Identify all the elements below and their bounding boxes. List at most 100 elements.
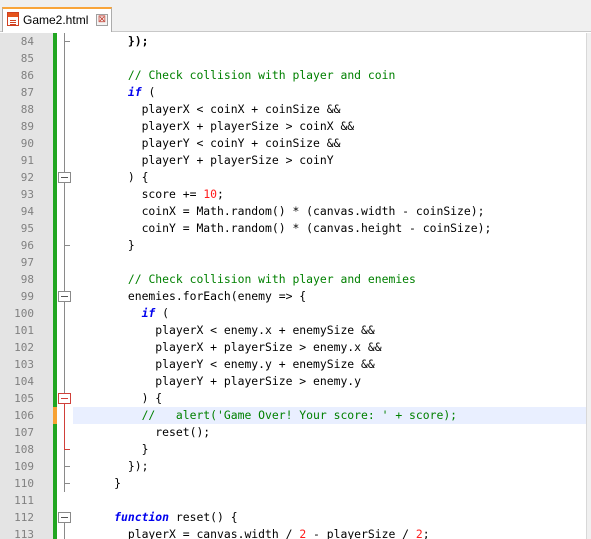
code-token: playerY < enemy.y + enemySize && bbox=[73, 357, 375, 371]
code-token: playerX < enemy.x + enemySize && bbox=[73, 323, 375, 337]
code-line[interactable]: playerX < enemy.x + enemySize && bbox=[73, 322, 591, 339]
line-number: 112 bbox=[14, 511, 34, 524]
comment-token: // alert('Game Over! Your score: ' + sco… bbox=[141, 408, 458, 422]
code-token: ) { bbox=[73, 170, 149, 184]
line-number: 104 bbox=[14, 375, 34, 388]
code-line[interactable]: coinX = Math.random() * (canvas.width - … bbox=[73, 203, 591, 220]
vertical-scrollbar[interactable] bbox=[586, 33, 591, 539]
tab-title: Game2.html bbox=[23, 13, 89, 27]
line-number: 109 bbox=[14, 460, 34, 473]
fold-end-marker bbox=[64, 245, 70, 246]
code-line[interactable]: }); bbox=[73, 458, 591, 475]
comment-token: // Check collision with player and enemi… bbox=[127, 272, 416, 286]
line-number: 97 bbox=[20, 256, 34, 269]
line-number: 92 bbox=[20, 171, 34, 184]
code-line[interactable] bbox=[73, 254, 591, 271]
code-token: enemies.forEach(enemy => { bbox=[73, 289, 307, 303]
code-token: coinX = Math.random() * (canvas.width - … bbox=[73, 204, 485, 218]
line-number: 87 bbox=[20, 86, 34, 99]
fold-margin bbox=[57, 33, 73, 539]
line-number: 100 bbox=[14, 307, 34, 320]
tab-bar: Game2.html ⊠ bbox=[0, 0, 591, 32]
code-line[interactable]: ) { bbox=[73, 390, 591, 407]
code-token: reset() { bbox=[169, 510, 238, 524]
code-line[interactable]: } bbox=[73, 237, 591, 254]
line-number: 108 bbox=[14, 443, 34, 456]
code-line[interactable]: ) { bbox=[73, 169, 591, 186]
code-line[interactable]: } bbox=[73, 441, 591, 458]
code-line[interactable]: if ( bbox=[73, 84, 591, 101]
code-token: ) { bbox=[73, 391, 163, 405]
code-token: }); bbox=[127, 34, 149, 48]
number-token: 10 bbox=[203, 187, 218, 201]
line-number: 93 bbox=[20, 188, 34, 201]
line-number: 103 bbox=[14, 358, 34, 371]
code-token: playerX + playerSize > enemy.x && bbox=[73, 340, 382, 354]
code-line[interactable]: playerX + playerSize > coinX && bbox=[73, 118, 591, 135]
code-line[interactable]: playerX < coinX + coinSize && bbox=[73, 101, 591, 118]
code-line[interactable]: // Check collision with player and coin bbox=[73, 67, 591, 84]
code-token: playerY + playerSize > coinY bbox=[73, 153, 334, 167]
comment-token: // Check collision with player and coin bbox=[127, 68, 396, 82]
fold-end-marker bbox=[64, 41, 70, 42]
code-line[interactable]: score += 10; bbox=[73, 186, 591, 203]
keyword-token: if bbox=[127, 85, 142, 99]
code-line[interactable]: // Check collision with player and enemi… bbox=[73, 271, 591, 288]
line-number: 91 bbox=[20, 154, 34, 167]
code-line[interactable]: function reset() { bbox=[73, 509, 591, 526]
code-token: score += bbox=[73, 187, 204, 201]
code-token: reset(); bbox=[73, 425, 211, 439]
fold-toggle-icon[interactable] bbox=[58, 291, 71, 302]
code-line[interactable]: if ( bbox=[73, 305, 591, 322]
code-editor[interactable]: 84 }); 85 86 // Check collision with playe… bbox=[0, 33, 591, 539]
keyword-token: function bbox=[114, 510, 170, 524]
line-number: 107 bbox=[14, 426, 34, 439]
code-token: playerX < coinX + coinSize && bbox=[73, 102, 341, 116]
line-number: 102 bbox=[14, 341, 34, 354]
code-token: ; bbox=[422, 527, 430, 539]
line-number: 89 bbox=[20, 120, 34, 133]
code-token: ( bbox=[155, 306, 170, 320]
line-number: 85 bbox=[20, 52, 34, 65]
line-number: 84 bbox=[20, 35, 34, 48]
line-number: 94 bbox=[20, 205, 34, 218]
code-line[interactable]: playerY < enemy.y + enemySize && bbox=[73, 356, 591, 373]
number-token: 2 bbox=[415, 527, 423, 539]
close-icon[interactable]: ⊠ bbox=[96, 14, 108, 26]
code-line[interactable]: } bbox=[73, 475, 591, 492]
line-number: 98 bbox=[20, 273, 34, 286]
code-line[interactable]: playerX = canvas.width / 2 - playerSize … bbox=[73, 526, 591, 539]
code-token: } bbox=[73, 238, 135, 252]
code-line[interactable]: // alert('Game Over! Your score: ' + sco… bbox=[73, 407, 591, 424]
code-line[interactable] bbox=[73, 492, 591, 509]
line-number: 101 bbox=[14, 324, 34, 337]
line-number: 105 bbox=[14, 392, 34, 405]
fold-toggle-icon[interactable] bbox=[58, 172, 71, 183]
code-line[interactable]: reset(); bbox=[73, 424, 591, 441]
code-line[interactable]: playerY + playerSize > enemy.y bbox=[73, 373, 591, 390]
code-line[interactable]: coinY = Math.random() * (canvas.height -… bbox=[73, 220, 591, 237]
code-line[interactable]: playerY + playerSize > coinY bbox=[73, 152, 591, 169]
fold-toggle-icon[interactable] bbox=[58, 393, 71, 404]
line-number: 88 bbox=[20, 103, 34, 116]
code-line[interactable] bbox=[73, 50, 591, 67]
tab-game2-html[interactable]: Game2.html ⊠ bbox=[2, 7, 112, 32]
code-line[interactable]: playerY < coinY + coinSize && bbox=[73, 135, 591, 152]
line-number: 90 bbox=[20, 137, 34, 150]
fold-toggle-icon[interactable] bbox=[58, 512, 71, 523]
fold-end-marker bbox=[64, 466, 70, 467]
code-token: playerX + playerSize > coinX && bbox=[73, 119, 355, 133]
line-number: 86 bbox=[20, 69, 34, 82]
code-line[interactable]: }); bbox=[73, 33, 591, 50]
line-number: 96 bbox=[20, 239, 34, 252]
code-line[interactable]: playerX + playerSize > enemy.x && bbox=[73, 339, 591, 356]
code-token: playerY + playerSize > enemy.y bbox=[73, 374, 362, 388]
html-file-icon bbox=[7, 12, 19, 26]
code-line[interactable]: enemies.forEach(enemy => { bbox=[73, 288, 591, 305]
